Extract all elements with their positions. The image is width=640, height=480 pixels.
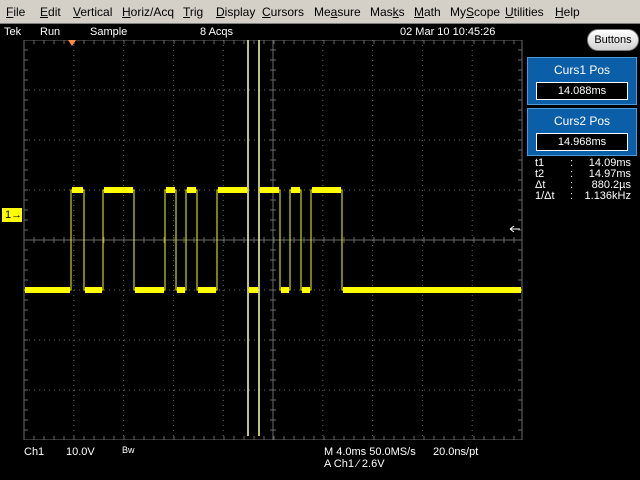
menu-item-help[interactable]: Help (555, 5, 580, 19)
cursor-readouts: t1:14.09ms t2:14.97ms Δt:880.2µs 1/Δt:1.136… (535, 158, 635, 202)
readout-label: 1/Δt (535, 190, 555, 202)
cursor1-position-control[interactable]: Curs1 Pos 14.088ms (527, 57, 637, 105)
run-state: Run (40, 26, 61, 38)
menu-item-masks[interactable]: Masks (370, 5, 405, 19)
menu-item-trig[interactable]: Trig (183, 5, 203, 19)
arrow-right-icon: → (11, 209, 23, 221)
menu-item-file[interactable]: File (6, 5, 25, 19)
trace-high-level (104, 187, 133, 193)
graticule[interactable] (0, 40, 525, 440)
trace-low-level (25, 287, 70, 293)
channel-label[interactable]: Ch1 (24, 446, 44, 458)
trace-high-level (312, 187, 341, 193)
trace-high-level (260, 187, 279, 193)
trace-low-level (198, 287, 216, 293)
menu-bar: File Edit Vertical Horiz/Acq Trig Display Curs… (0, 0, 640, 24)
trace-low-level (85, 287, 102, 293)
trace-high-level (291, 187, 300, 193)
cursor2-value[interactable]: 14.968ms (536, 133, 628, 151)
menu-item-math[interactable]: Math (414, 5, 441, 19)
readout-row: 1/Δt:1.136kHz (535, 191, 635, 202)
trace-high-level (72, 187, 83, 193)
menu-item-display[interactable]: Display (216, 5, 255, 19)
trigger-readout[interactable]: A Ch1 ⁄ 2.6V (324, 458, 385, 470)
cursor1-value[interactable]: 14.088ms (536, 82, 628, 100)
trace-high-level (166, 187, 175, 193)
menu-item-horizacq[interactable]: Horiz/Acq (122, 5, 174, 19)
trace-low-level (249, 287, 258, 293)
bandwidth-limit: Bw (122, 445, 135, 455)
trace-low-level (343, 287, 521, 293)
trace-high-level (187, 187, 196, 193)
trace-low-level (281, 287, 289, 293)
buttons-button[interactable]: Buttons (587, 29, 639, 51)
menu-item-edit[interactable]: Edit (40, 5, 61, 19)
cursor2-position-control[interactable]: Curs2 Pos 14.968ms (527, 108, 637, 156)
trace-low-level (135, 287, 164, 293)
vertical-scale[interactable]: 10.0V (66, 446, 95, 458)
horizontal-scale[interactable]: M 4.0ms 50.0MS/s (324, 446, 416, 458)
readout-colon: : (570, 190, 574, 202)
right-panel: Buttons Curs1 Pos 14.088ms Curs2 Pos 14.… (525, 24, 640, 480)
cursor2-title: Curs2 Pos (553, 114, 611, 128)
status-bar: Tek Run Sample 8 Acqs 02 Mar 10 10:45:26 (0, 24, 525, 40)
menu-item-cursors[interactable]: Cursors (262, 5, 304, 19)
channel1-ground-marker[interactable]: 1→ (2, 208, 22, 222)
acq-count: 8 Acqs (200, 26, 234, 38)
sample-interval: 20.0ns/pt (433, 446, 479, 458)
trace-low-level (177, 287, 185, 293)
datetime: 02 Mar 10 10:45:26 (400, 26, 496, 38)
cursor1-title: Curs1 Pos (553, 63, 611, 77)
trace-low-level (302, 287, 310, 293)
acq-mode: Sample (90, 26, 128, 38)
trace-high-level (218, 187, 247, 193)
menu-item-utilities[interactable]: Utilities (505, 5, 544, 19)
grid (23, 40, 523, 440)
trigger-position-marker[interactable] (68, 40, 76, 46)
readout-value: 1.136kHz (584, 190, 631, 202)
menu-item-vertical[interactable]: Vertical (73, 5, 112, 19)
menu-item-measure[interactable]: Measure (314, 5, 361, 19)
trigger-level-arrow[interactable] (509, 225, 520, 233)
menu-item-myscope[interactable]: MyScope (450, 5, 500, 19)
brand-label: Tek (4, 26, 22, 38)
